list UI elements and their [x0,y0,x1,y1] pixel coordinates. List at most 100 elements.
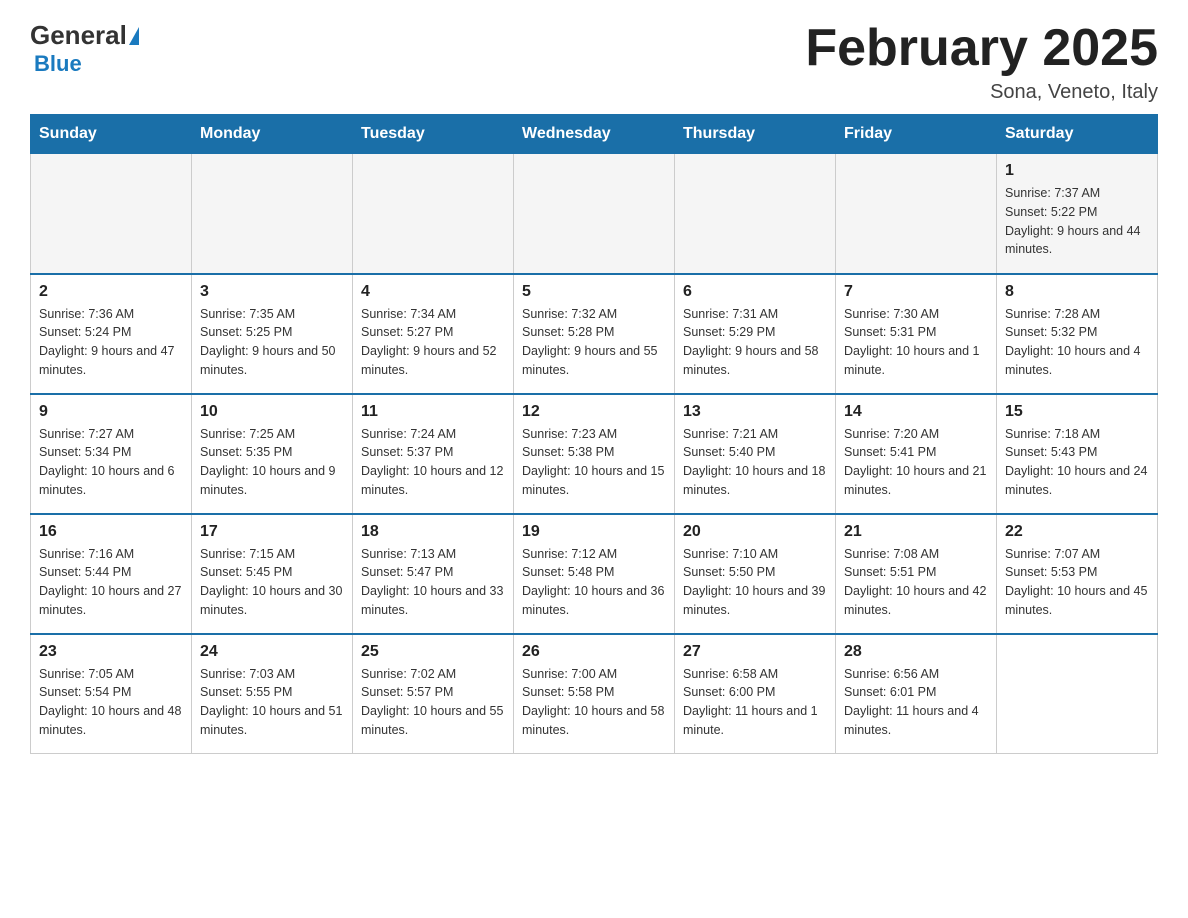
day-number: 3 [200,283,344,301]
calendar-cell: 25 Sunrise: 7:02 AMSunset: 5:57 PMDayligh… [353,634,514,754]
calendar-cell: 24 Sunrise: 7:03 AMSunset: 5:55 PMDayligh… [192,634,353,754]
calendar-cell: 6Sunrise: 7:31 AMSunset: 5:29 PMDaylight… [675,274,836,394]
calendar-cell [514,154,675,274]
day-info: Sunrise: 7:07 AMSunset: 5:53 PMDaylight:… [1005,545,1149,620]
day-number: 21 [844,523,988,541]
day-number: 9 [39,403,183,421]
day-info: Sunrise: 7:25 AMSunset: 5:35 PMDaylight:… [200,425,344,500]
calendar-cell: 2 Sunrise: 7:36 AMSunset: 5:24 PMDaylight… [31,274,192,394]
day-of-week-header: Thursday [675,115,836,154]
day-info: Sunrise: 7:34 AMSunset: 5:27 PMDaylight:… [361,305,505,380]
day-info: Sunrise: 7:21 AMSunset: 5:40 PMDaylight:… [683,425,827,500]
day-info: Sunrise: 7:20 AMSunset: 5:41 PMDaylight:… [844,425,988,500]
calendar-cell: 21 Sunrise: 7:08 AMSunset: 5:51 PMDayligh… [836,514,997,634]
day-number: 13 [683,403,827,421]
day-info: Sunrise: 7:36 AMSunset: 5:24 PMDaylight:… [39,305,183,380]
day-info: Sunrise: 7:00 AMSunset: 5:58 PMDaylight:… [522,665,666,740]
calendar-cell: 10 Sunrise: 7:25 AMSunset: 5:35 PMDayligh… [192,394,353,514]
calendar-cell: 16Sunrise: 7:16 AMSunset: 5:44 PMDayligh… [31,514,192,634]
calendar-cell: 1 Sunrise: 7:37 AMSunset: 5:22 PMDaylight… [997,154,1158,274]
calendar-week-row: 2 Sunrise: 7:36 AMSunset: 5:24 PMDaylight… [31,274,1158,394]
calendar-cell: 19 Sunrise: 7:12 AMSunset: 5:48 PMDayligh… [514,514,675,634]
calendar-cell: 23 Sunrise: 7:05 AMSunset: 5:54 PMDayligh… [31,634,192,754]
day-number: 10 [200,403,344,421]
logo-triangle-icon [129,27,139,45]
day-info: Sunrise: 7:03 AMSunset: 5:55 PMDaylight:… [200,665,344,740]
day-info: Sunrise: 7:28 AMSunset: 5:32 PMDaylight:… [1005,305,1149,380]
month-title: February 2025 [805,20,1158,77]
day-number: 5 [522,283,666,301]
day-of-week-header: Saturday [997,115,1158,154]
calendar-week-row: 1 Sunrise: 7:37 AMSunset: 5:22 PMDaylight… [31,154,1158,274]
calendar-week-row: 16Sunrise: 7:16 AMSunset: 5:44 PMDayligh… [31,514,1158,634]
calendar-cell [31,154,192,274]
day-number: 6 [683,283,827,301]
calendar-cell: 22 Sunrise: 7:07 AMSunset: 5:53 PMDayligh… [997,514,1158,634]
day-number: 25 [361,643,505,661]
day-info: Sunrise: 7:10 AMSunset: 5:50 PMDaylight:… [683,545,827,620]
day-number: 20 [683,523,827,541]
calendar-cell: 5 Sunrise: 7:32 AMSunset: 5:28 PMDaylight… [514,274,675,394]
logo-blue-text: Blue [34,51,82,76]
logo: General Blue [30,20,139,77]
calendar-cell: 13 Sunrise: 7:21 AMSunset: 5:40 PMDayligh… [675,394,836,514]
day-number: 22 [1005,523,1149,541]
calendar-cell: 18 Sunrise: 7:13 AMSunset: 5:47 PMDayligh… [353,514,514,634]
calendar-cell: 27 Sunrise: 6:58 AMSunset: 6:00 PMDayligh… [675,634,836,754]
day-info: Sunrise: 7:30 AMSunset: 5:31 PMDaylight:… [844,305,988,380]
day-number: 2 [39,283,183,301]
day-info: Sunrise: 7:08 AMSunset: 5:51 PMDaylight:… [844,545,988,620]
day-number: 28 [844,643,988,661]
calendar-week-row: 9Sunrise: 7:27 AMSunset: 5:34 PMDaylight… [31,394,1158,514]
day-info: Sunrise: 7:24 AMSunset: 5:37 PMDaylight:… [361,425,505,500]
day-number: 26 [522,643,666,661]
day-number: 24 [200,643,344,661]
day-info: Sunrise: 7:15 AMSunset: 5:45 PMDaylight:… [200,545,344,620]
calendar-cell [836,154,997,274]
day-number: 27 [683,643,827,661]
calendar-cell: 7 Sunrise: 7:30 AMSunset: 5:31 PMDaylight… [836,274,997,394]
calendar-cell [192,154,353,274]
location: Sona, Veneto, Italy [805,81,1158,104]
calendar-cell: 15Sunrise: 7:18 AMSunset: 5:43 PMDayligh… [997,394,1158,514]
calendar-cell [353,154,514,274]
day-number: 1 [1005,162,1149,180]
day-info: Sunrise: 7:05 AMSunset: 5:54 PMDaylight:… [39,665,183,740]
calendar-cell: 12 Sunrise: 7:23 AMSunset: 5:38 PMDayligh… [514,394,675,514]
calendar-header-row: SundayMondayTuesdayWednesdayThursdayFrid… [31,115,1158,154]
day-info: Sunrise: 7:16 AMSunset: 5:44 PMDaylight:… [39,545,183,620]
day-info: Sunrise: 7:37 AMSunset: 5:22 PMDaylight:… [1005,184,1149,259]
day-number: 12 [522,403,666,421]
day-number: 23 [39,643,183,661]
calendar-week-row: 23 Sunrise: 7:05 AMSunset: 5:54 PMDayligh… [31,634,1158,754]
calendar-cell: 8 Sunrise: 7:28 AMSunset: 5:32 PMDaylight… [997,274,1158,394]
day-info: Sunrise: 7:18 AMSunset: 5:43 PMDaylight:… [1005,425,1149,500]
day-of-week-header: Sunday [31,115,192,154]
day-info: Sunrise: 6:58 AMSunset: 6:00 PMDaylight:… [683,665,827,740]
calendar-cell: 17 Sunrise: 7:15 AMSunset: 5:45 PMDayligh… [192,514,353,634]
day-info: Sunrise: 7:02 AMSunset: 5:57 PMDaylight:… [361,665,505,740]
day-info: Sunrise: 7:32 AMSunset: 5:28 PMDaylight:… [522,305,666,380]
calendar-table: SundayMondayTuesdayWednesdayThursdayFrid… [30,114,1158,754]
day-number: 7 [844,283,988,301]
day-info: Sunrise: 7:12 AMSunset: 5:48 PMDaylight:… [522,545,666,620]
day-number: 17 [200,523,344,541]
calendar-cell: 26 Sunrise: 7:00 AMSunset: 5:58 PMDayligh… [514,634,675,754]
day-number: 18 [361,523,505,541]
day-of-week-header: Monday [192,115,353,154]
day-number: 4 [361,283,505,301]
day-number: 19 [522,523,666,541]
day-of-week-header: Wednesday [514,115,675,154]
calendar-cell: 3 Sunrise: 7:35 AMSunset: 5:25 PMDaylight… [192,274,353,394]
calendar-cell [997,634,1158,754]
day-of-week-header: Friday [836,115,997,154]
calendar-cell: 28 Sunrise: 6:56 AMSunset: 6:01 PMDayligh… [836,634,997,754]
day-info: Sunrise: 7:23 AMSunset: 5:38 PMDaylight:… [522,425,666,500]
day-info: Sunrise: 7:13 AMSunset: 5:47 PMDaylight:… [361,545,505,620]
day-number: 8 [1005,283,1149,301]
day-info: Sunrise: 7:35 AMSunset: 5:25 PMDaylight:… [200,305,344,380]
day-of-week-header: Tuesday [353,115,514,154]
title-section: February 2025 Sona, Veneto, Italy [805,20,1158,104]
day-info: Sunrise: 6:56 AMSunset: 6:01 PMDaylight:… [844,665,988,740]
calendar-cell: 11Sunrise: 7:24 AMSunset: 5:37 PMDayligh… [353,394,514,514]
